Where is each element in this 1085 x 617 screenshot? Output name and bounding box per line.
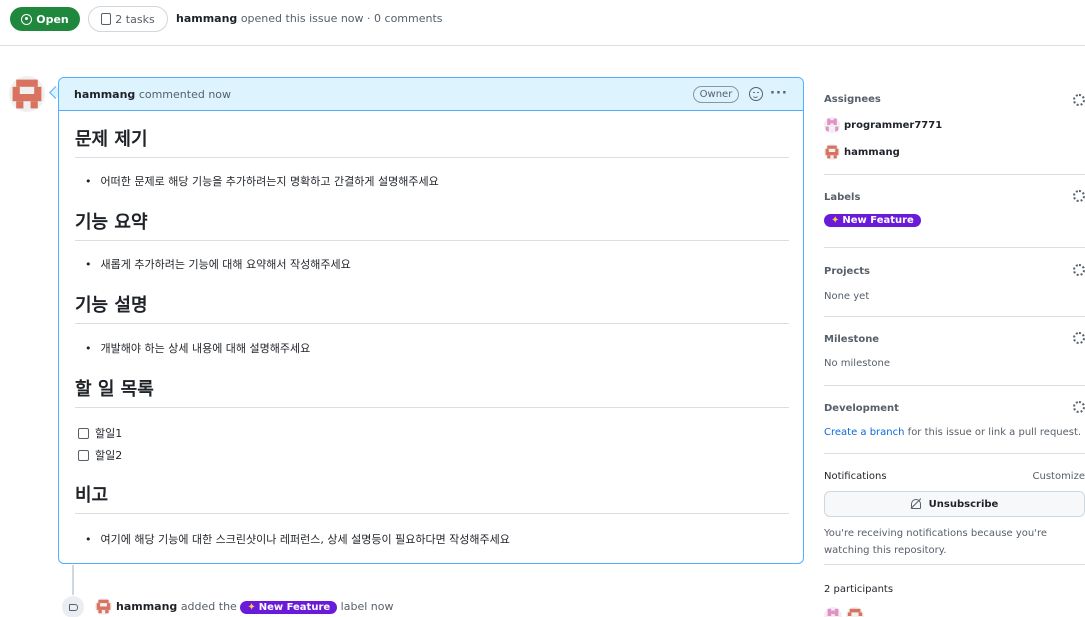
section-heading: 문제 제기 (75, 125, 789, 158)
timeline-action-post: label now (340, 600, 394, 613)
assignee-name: programmer7771 (844, 119, 943, 131)
task-label: 할일1 (95, 427, 123, 440)
section-bullet: 여기에 해당 기능에 대한 스크린샷이나 레퍼런스, 상세 설명등이 필요하다면… (85, 531, 510, 547)
milestone-value: No milestone (824, 358, 890, 369)
projects-section: Projects None yet (824, 248, 1085, 317)
assignee-item[interactable]: hammang (824, 144, 900, 160)
section-bullet: 새롭게 추가하려는 기능에 대해 요약해서 작성해주세요 (85, 256, 351, 272)
timeline-action: added the (180, 600, 237, 613)
bell-slash-icon (910, 499, 921, 509)
status-label: Open (36, 12, 69, 26)
owner-badge: Owner (693, 86, 739, 103)
task-checkbox[interactable] (78, 427, 89, 439)
tasks-badge[interactable]: 2 tasks (88, 6, 168, 32)
comment-time[interactable]: commented now (139, 88, 231, 101)
issue-opened-icon (21, 13, 33, 25)
avatar[interactable] (95, 598, 112, 615)
comment-author-line: hammang commented now (74, 88, 231, 101)
header-meta-text: opened this issue now · 0 comments (240, 12, 443, 25)
section-heading: 기능 설명 (75, 291, 789, 324)
development-section: Development Create a branch for this iss… (824, 386, 1085, 454)
gear-icon[interactable] (1073, 264, 1085, 276)
unsubscribe-label: Unsubscribe (928, 498, 999, 510)
tasks-label: 2 tasks (115, 12, 155, 26)
timeline-event: hammang added the ✦ New Feature label now (116, 600, 393, 614)
label-name: New Feature (258, 601, 331, 613)
gear-icon[interactable] (1073, 94, 1085, 106)
development-rest: for this issue or link a pull request. (907, 427, 1082, 438)
comment-author-link[interactable]: hammang (74, 88, 135, 101)
checklist-icon (101, 13, 112, 25)
projects-value: None yet (824, 291, 870, 302)
assignees-title[interactable]: Assignees (824, 94, 881, 105)
sparkle-icon: ✦ (247, 601, 256, 613)
sidebar-label[interactable]: ✦ New Feature (824, 213, 921, 227)
notifications-note: You're receiving notifications because y… (824, 528, 1048, 556)
task-item: 할일1 (78, 425, 122, 441)
section-heading: 할 일 목록 (75, 375, 789, 408)
milestone-title[interactable]: Milestone (824, 334, 879, 345)
create-branch-link[interactable]: Create a branch (824, 427, 904, 438)
avatar (824, 144, 840, 160)
section-bullet: 어떠한 문제로 해당 기능을 추가하려는지 명확하고 간결하게 설명해주세요 (85, 173, 439, 189)
avatar (824, 117, 840, 133)
task-checkbox[interactable] (78, 449, 89, 461)
notifications-section: Notifications Customize Unsubscribe You'… (824, 454, 1085, 565)
development-title[interactable]: Development (824, 403, 899, 414)
unsubscribe-button[interactable]: Unsubscribe (824, 491, 1085, 517)
notifications-title: Notifications (824, 471, 887, 482)
assignees-section: Assignees programmer7771 hammang (824, 77, 1085, 175)
reaction-smiley-icon[interactable] (749, 87, 763, 101)
task-item: 할일2 (78, 447, 122, 463)
sparkle-icon: ✦ (831, 214, 840, 226)
participants-avatars (824, 607, 864, 617)
task-label: 할일2 (95, 449, 123, 462)
header-author-link[interactable]: hammang (176, 12, 237, 25)
participants-title: 2 participants (824, 584, 894, 595)
more-options-icon[interactable]: ··· (770, 86, 788, 101)
avatar[interactable] (9, 76, 45, 112)
assignee-item[interactable]: programmer7771 (824, 117, 942, 133)
timeline-line (72, 565, 74, 595)
header-meta: hammang opened this issue now · 0 commen… (176, 12, 443, 25)
labels-section: Labels ✦ New Feature (824, 175, 1085, 248)
assignee-name: hammang (844, 146, 900, 158)
gear-icon[interactable] (1073, 332, 1085, 344)
comment-header: hammang commented now Owner ··· (59, 78, 803, 111)
label-new-feature[interactable]: ✦ New Feature (240, 600, 338, 614)
section-heading: 기능 요약 (75, 208, 789, 241)
issue-header: Open 2 tasks hammang opened this issue n… (0, 0, 1085, 46)
labels-title[interactable]: Labels (824, 192, 860, 203)
open-status-badge: Open (10, 7, 80, 31)
gear-icon[interactable] (1073, 401, 1085, 413)
section-bullet: 개발해야 하는 상세 내용에 대해 설명해주세요 (85, 340, 311, 356)
avatar[interactable] (824, 607, 842, 617)
gear-icon[interactable] (1073, 190, 1085, 202)
milestone-section: Milestone No milestone (824, 317, 1085, 386)
tag-icon (62, 596, 84, 617)
issue-comment: hammang commented now Owner ··· 문제 제기 어떠… (58, 77, 804, 564)
avatar[interactable] (846, 607, 864, 617)
label-name: New Feature (842, 214, 914, 226)
projects-title[interactable]: Projects (824, 266, 870, 277)
customize-link[interactable]: Customize (1033, 471, 1085, 482)
section-heading: 비고 (75, 481, 789, 514)
timeline-actor[interactable]: hammang (116, 600, 177, 613)
development-value: Create a branch for this issue or link a… (824, 427, 1081, 438)
